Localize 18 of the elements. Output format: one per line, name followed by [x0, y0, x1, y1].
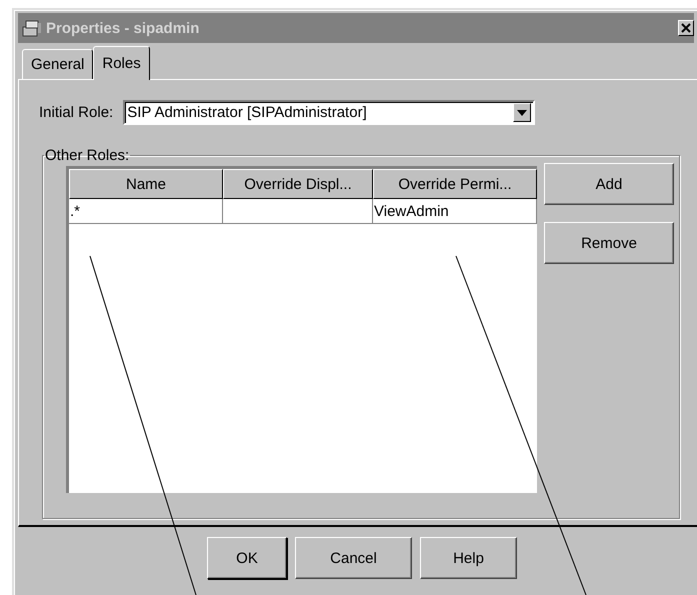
- add-button[interactable]: Add: [544, 163, 674, 205]
- dialog-button[interactable]: OK: [207, 537, 287, 579]
- computer-icon: [22, 19, 42, 37]
- dialog-button[interactable]: Cancel: [295, 537, 412, 579]
- role-dropdown[interactable]: SIP Administrator [SIPAdministrator]: [123, 100, 536, 125]
- group-title: Other Roles:: [44, 147, 130, 164]
- table-cell: ViewAdmin: [373, 199, 537, 224]
- close-button[interactable]: [678, 20, 694, 36]
- column-header[interactable]: Name: [69, 169, 223, 199]
- dialog-button[interactable]: Help: [420, 537, 517, 579]
- remove-button[interactable]: Remove: [544, 222, 674, 264]
- column-header[interactable]: Override Displ...: [223, 169, 373, 199]
- window-title: Properties - sipadmin: [46, 20, 200, 36]
- tab[interactable]: General: [22, 49, 94, 79]
- column-header[interactable]: Override Permi...: [373, 169, 537, 199]
- field-label: Initial Role:: [39, 104, 114, 121]
- table-cell: .*: [69, 199, 223, 224]
- tab[interactable]: Roles: [93, 46, 150, 80]
